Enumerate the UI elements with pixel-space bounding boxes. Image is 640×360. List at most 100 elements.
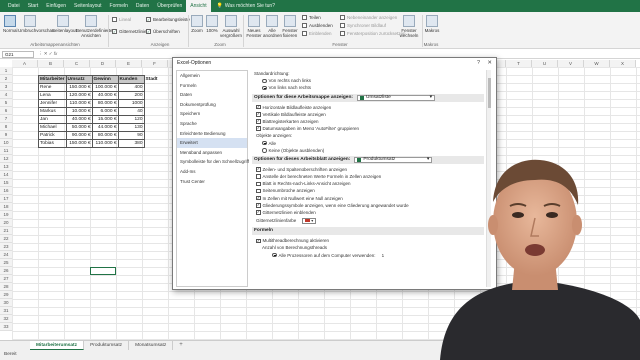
dialog-nav-item[interactable]: Daten [177, 90, 247, 100]
zoom-to-selection-button[interactable]: Auswahl vergrößern [220, 15, 242, 38]
dialog-nav-item[interactable]: Sprache [177, 119, 247, 129]
dialog-nav-item[interactable]: Menüband anpassen [177, 148, 247, 158]
ribbon-tab[interactable]: Ansicht [186, 0, 211, 12]
table-cell[interactable]: Michael [38, 123, 67, 132]
formula-bar-checkbox[interactable]: ✓ Bearbeitungsleiste [146, 17, 190, 22]
column-header[interactable]: V [558, 60, 584, 67]
sheet-tab[interactable]: Produktumsatz [84, 341, 130, 350]
switch-windows-button[interactable]: Fenster wechseln [398, 15, 420, 38]
zoom-100-button[interactable]: 100% [205, 15, 219, 33]
sync-scroll-button[interactable]: Synchroner Bildlauf [340, 23, 386, 28]
row-header[interactable]: 10 [0, 139, 12, 147]
column-header[interactable]: F [142, 60, 168, 67]
table-header-cell[interactable]: Kunden [117, 75, 145, 84]
table-cell[interactable]: 130 [117, 123, 145, 132]
column-header[interactable]: X [610, 60, 636, 67]
column-header[interactable]: U [532, 60, 558, 67]
table-cell[interactable]: 100.000 € [91, 83, 119, 92]
row-header[interactable]: 1 [0, 67, 12, 75]
table-cell[interactable]: Patrick [38, 131, 67, 140]
group-dates-checkbox[interactable]: ✓ Datumsangaben im Menü 'AutoFilter' grup… [252, 125, 490, 132]
row-header[interactable]: 20 [0, 219, 12, 227]
direction-rtl-radio[interactable]: Von rechts nach links [252, 77, 490, 84]
table-cell[interactable]: 150.000 € [65, 83, 93, 92]
row-header[interactable]: 25 [0, 259, 12, 267]
dialog-nav-item[interactable]: Dokumentprüfung [177, 100, 247, 110]
new-window-button[interactable]: Neues Fenster [245, 15, 263, 38]
row-header[interactable]: 17 [0, 195, 12, 203]
dialog-nav-item[interactable]: Allgemein [177, 71, 247, 81]
row-header[interactable]: 2 [0, 75, 12, 83]
row-header[interactable]: 24 [0, 251, 12, 259]
dialog-nav-item[interactable]: Erweitert [177, 138, 247, 148]
reset-position-button[interactable]: Fensterposition zurücksetzen [340, 31, 406, 36]
dialog-nav-item[interactable]: Erleichterte Bedienung [177, 129, 247, 139]
row-header[interactable]: 19 [0, 211, 12, 219]
dialog-nav-item[interactable]: Trust Center [177, 177, 247, 187]
macros-button[interactable]: Makros [424, 15, 440, 33]
table-cell[interactable]: 80.000 € [91, 131, 119, 140]
column-header[interactable]: B [38, 60, 64, 67]
ribbon-tab[interactable]: Überprüfen [153, 0, 186, 12]
table-cell[interactable]: Tobias [38, 139, 67, 148]
table-cell[interactable]: 110.000 € [91, 139, 119, 148]
table-cell[interactable]: Jan [38, 115, 67, 124]
column-header[interactable]: A [12, 60, 38, 67]
row-header[interactable]: 13 [0, 163, 12, 171]
row-header[interactable]: 27 [0, 275, 12, 283]
ribbon-tab[interactable]: Einfügen [42, 0, 70, 12]
vertical-scrollbar-checkbox[interactable]: ✓ Vertikale Bildlaufleiste anzeigen [252, 111, 490, 118]
column-header[interactable]: T [506, 60, 532, 67]
row-header[interactable]: 3 [0, 83, 12, 91]
table-cell[interactable]: Jennifer [38, 99, 67, 108]
table-cell[interactable]: 110.000 € [65, 99, 93, 108]
row-header[interactable]: 8 [0, 123, 12, 131]
ribbon-tab[interactable]: Datei [4, 0, 24, 12]
row-header[interactable]: 5 [0, 99, 12, 107]
row-header[interactable]: 15 [0, 179, 12, 187]
table-cell[interactable]: 10.000 € [65, 107, 93, 116]
column-header[interactable]: C [64, 60, 90, 67]
row-header[interactable]: 23 [0, 243, 12, 251]
row-header[interactable]: 11 [0, 147, 12, 155]
dialog-nav-item[interactable]: Formeln [177, 81, 247, 91]
row-header[interactable]: 30 [0, 299, 12, 307]
freeze-panes-button[interactable]: Fenster fixieren [281, 15, 299, 38]
table-cell[interactable]: 15.000 € [91, 115, 119, 124]
worksheet-select[interactable]: Produktumsatz ▾ [354, 156, 433, 163]
table-cell[interactable]: 400 [117, 83, 145, 92]
table-cell[interactable]: 50.000 € [65, 123, 93, 132]
column-header[interactable]: W [584, 60, 610, 67]
add-sheet-button[interactable]: + [173, 341, 189, 350]
page-break-preview-button[interactable]: Umbruchvorschau [18, 15, 55, 33]
table-cell[interactable]: Lena [38, 91, 67, 100]
row-header[interactable]: 32 [0, 315, 12, 323]
row-header[interactable]: 22 [0, 235, 12, 243]
table-cell[interactable]: 44.000 € [91, 123, 119, 132]
table-cell[interactable]: 90 [117, 131, 145, 140]
custom-views-button[interactable]: Benutzerdefinierte Ansichten [76, 15, 113, 38]
sheet-tabs-checkbox[interactable]: ✓ Blattregisterkarten anzeigen [252, 118, 490, 125]
page-layout-button[interactable]: Seitenlayout [52, 15, 77, 33]
column-header[interactable]: D [90, 60, 116, 67]
table-cell[interactable]: 380 [117, 139, 145, 148]
table-cell[interactable]: 6.000 € [91, 107, 119, 116]
row-header[interactable]: 28 [0, 283, 12, 291]
table-cell[interactable]: 120 [117, 115, 145, 124]
row-header[interactable]: 18 [0, 203, 12, 211]
column-header[interactable]: E [116, 60, 142, 67]
table-cell[interactable]: 40 [117, 107, 145, 116]
table-header-cell[interactable]: Umsatz [65, 75, 93, 84]
table-cell[interactable]: 200 [117, 91, 145, 100]
sheet-tab[interactable]: Mitarbeiterumsatz [30, 341, 85, 350]
gridline-color-picker[interactable]: ▾ [302, 217, 317, 224]
split-button[interactable]: Teilen [302, 15, 321, 20]
table-cell[interactable]: Markus [38, 107, 67, 116]
normal-view-button[interactable]: Normal [3, 15, 18, 33]
gridlines-checkbox[interactable]: ✓ Gitternetzlinien [112, 29, 149, 34]
unhide-button[interactable]: Einblenden [302, 31, 332, 36]
row-header[interactable]: 14 [0, 171, 12, 179]
table-cell[interactable]: 90.000 € [65, 131, 93, 140]
row-header[interactable]: 9 [0, 131, 12, 139]
headings-checkbox[interactable]: ✓ Überschriften [146, 29, 180, 34]
